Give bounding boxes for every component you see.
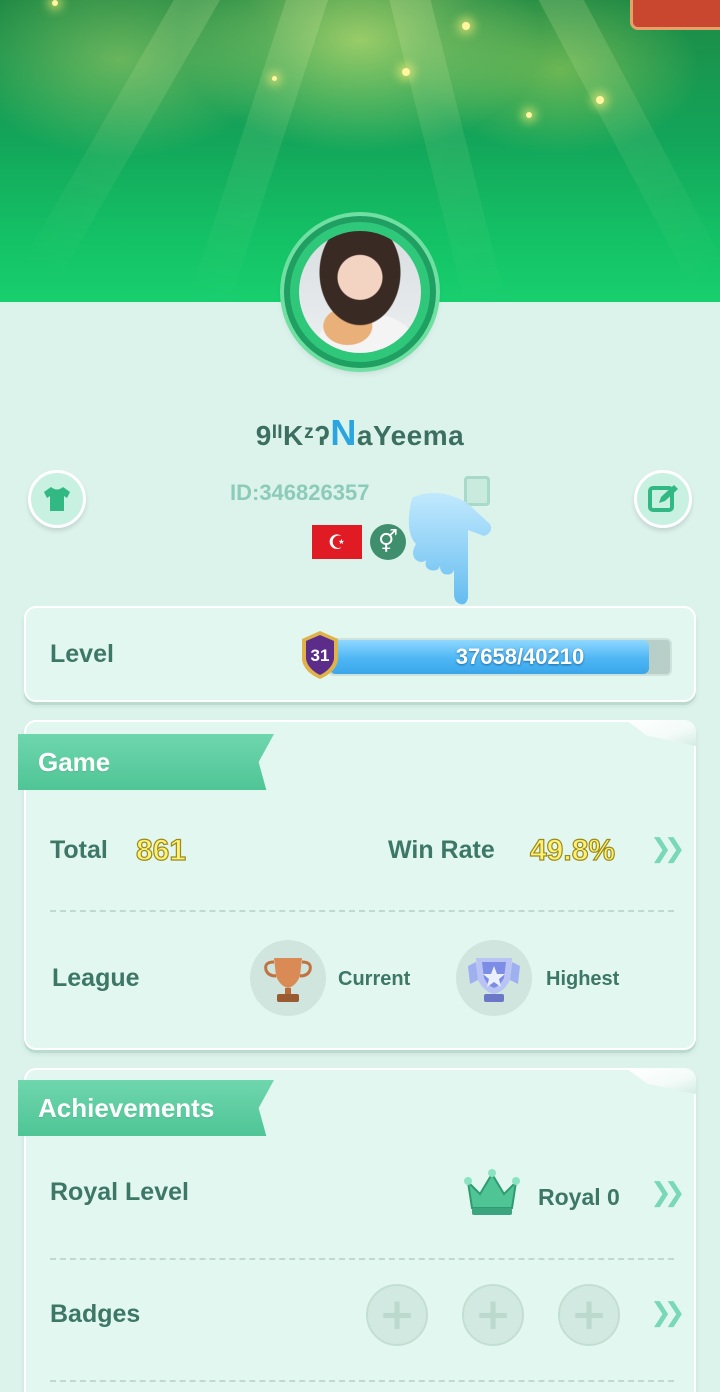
light-ray <box>522 0 720 288</box>
level-progress-bar: 37658/40210 <box>328 638 672 676</box>
level-progress-text: 37658/40210 <box>455 644 585 669</box>
achievements-card: Achievements Royal Level Royal 0 ❯❯ Badg… <box>18 1068 696 1392</box>
turkey-flag-icon: ☪ <box>312 525 362 559</box>
corner-badge[interactable] <box>630 0 720 30</box>
winrate-label: Win Rate <box>388 836 495 864</box>
chevron-right-icon[interactable]: ❯❯ <box>650 1178 685 1208</box>
level-label: Level <box>50 640 114 668</box>
edit-profile-button[interactable] <box>634 470 692 528</box>
royal-level-label: Royal Level <box>50 1178 189 1206</box>
highest-league-icon[interactable] <box>456 940 532 1016</box>
sparkle <box>526 112 532 118</box>
sparkle <box>272 76 277 81</box>
light-ray <box>22 0 238 282</box>
plus-icon: + <box>570 1289 608 1340</box>
game-section-title: Game <box>18 734 274 790</box>
league-label: League <box>52 964 140 992</box>
crown-icon <box>464 1169 520 1215</box>
current-league-label: Current <box>338 968 411 990</box>
name-prefix: 9ᴵᴵKᶻ <box>255 420 315 451</box>
current-league-icon[interactable] <box>250 940 326 1016</box>
name-mark: ʔ <box>314 420 331 451</box>
sparkle <box>462 22 470 30</box>
total-label: Total <box>50 836 108 864</box>
highest-league-label: Highest <box>546 968 620 990</box>
chevron-right-icon[interactable]: ❯❯ <box>650 834 685 864</box>
user-id: ID:346826357 <box>230 480 370 505</box>
player-name: 9ᴵᴵKᶻʔNaYeema <box>0 412 720 454</box>
add-badge-slot-2[interactable]: + <box>462 1284 524 1346</box>
level-card[interactable]: Level 37658/40210 31 <box>24 606 696 702</box>
page-fold <box>626 720 696 746</box>
bronze-trophy-icon <box>264 958 312 1002</box>
winrate-value: 49.8% <box>529 833 616 867</box>
divider <box>50 1380 674 1382</box>
total-value: 861 <box>135 833 187 867</box>
sparkle <box>596 96 604 104</box>
level-badge-number: 31 <box>311 646 330 665</box>
avatar-image <box>299 231 421 353</box>
crystal-trophy-icon <box>468 958 520 1002</box>
name-rest: aYeema <box>356 420 465 451</box>
edit-icon <box>648 485 678 512</box>
avatar[interactable] <box>284 216 436 368</box>
shirt-icon <box>44 487 70 511</box>
divider <box>50 910 674 912</box>
pointing-hand-icon <box>408 492 492 605</box>
royal-level-value: Royal 0 <box>538 1184 620 1210</box>
page-fold <box>626 1068 696 1094</box>
divider <box>50 1258 674 1260</box>
chevron-right-icon[interactable]: ❯❯ <box>650 1298 685 1328</box>
plus-icon: + <box>378 1289 416 1340</box>
game-card: Game Total 861 Win Rate 49.8% ❯❯ League … <box>18 720 696 1050</box>
outfit-button[interactable] <box>28 470 86 528</box>
badges-label: Badges <box>50 1300 141 1328</box>
name-big-letter: N <box>330 412 357 453</box>
add-badge-slot-1[interactable]: + <box>366 1284 428 1346</box>
sparkle <box>402 68 410 76</box>
sparkle <box>52 0 58 6</box>
achievements-section-title: Achievements <box>18 1080 274 1136</box>
level-shield-icon: 31 <box>302 631 338 679</box>
add-badge-slot-3[interactable]: + <box>558 1284 620 1346</box>
plus-icon: + <box>474 1289 512 1340</box>
